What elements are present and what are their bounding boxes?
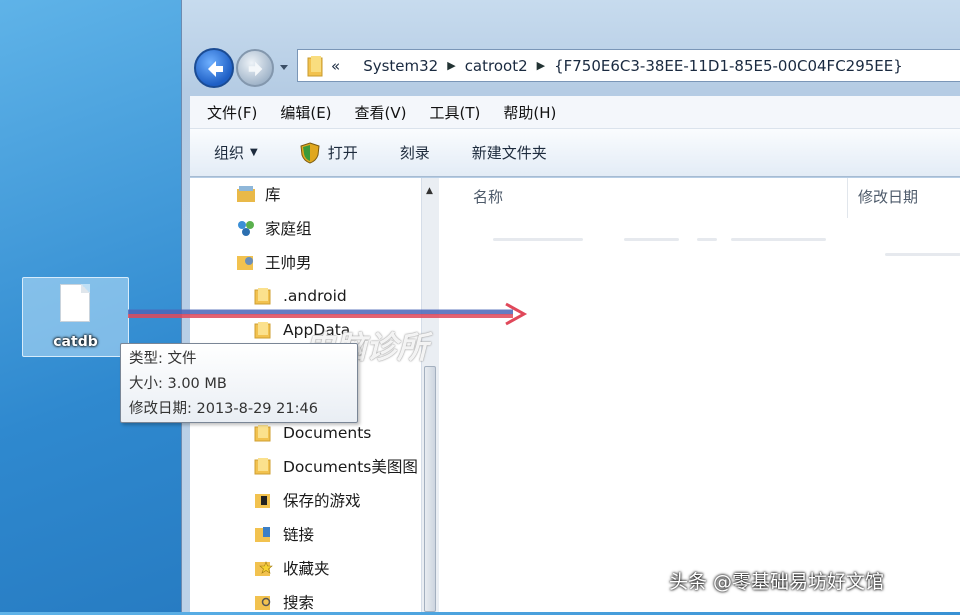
open-label: 打开 bbox=[327, 144, 358, 162]
scrollbar-thumb[interactable] bbox=[424, 366, 436, 612]
saved-games-icon bbox=[255, 494, 270, 508]
links-icon bbox=[255, 527, 270, 542]
nav-item-searches[interactable]: 搜索 bbox=[254, 589, 314, 615]
nav-item-label: 库 bbox=[265, 186, 281, 204]
burn-button[interactable]: 刻录 bbox=[400, 142, 430, 163]
desktop-file-catdb[interactable]: catdb bbox=[22, 277, 129, 357]
menu-view[interactable]: 查看(V) bbox=[355, 102, 407, 123]
arrow-right-icon bbox=[248, 61, 263, 77]
breadcrumb-separator-icon[interactable]: ▶ bbox=[537, 59, 545, 72]
new-folder-button[interactable]: 新建文件夹 bbox=[472, 142, 547, 163]
nav-item-label: Documents bbox=[283, 424, 372, 442]
desktop-file-label: catdb bbox=[53, 334, 98, 350]
nav-item-label: 收藏夹 bbox=[283, 560, 330, 578]
nav-item-favorites[interactable]: 收藏夹 bbox=[254, 555, 330, 581]
nav-item-label: 搜索 bbox=[283, 594, 315, 612]
chevron-down-icon: ▼ bbox=[250, 147, 258, 158]
menu-bar: 文件(F) 编辑(E) 查看(V) 工具(T) 帮助(H) bbox=[190, 96, 960, 129]
file-list-pane[interactable]: 名称 修改日期 bbox=[439, 178, 960, 612]
menu-file[interactable]: 文件(F) bbox=[207, 102, 257, 123]
scroll-up-arrow-icon[interactable]: ▲ bbox=[426, 186, 433, 196]
blurred-row bbox=[885, 253, 960, 256]
user-folder-icon bbox=[237, 256, 253, 270]
shield-icon bbox=[300, 141, 320, 164]
open-button[interactable]: 打开 bbox=[300, 141, 358, 164]
blurred-row bbox=[624, 238, 679, 241]
organize-button[interactable]: 组织 ▼ bbox=[214, 142, 258, 163]
menu-help[interactable]: 帮助(H) bbox=[503, 102, 556, 123]
nav-item-label: 保存的游戏 bbox=[283, 492, 361, 510]
homegroup-icon bbox=[238, 221, 254, 236]
column-header-name[interactable]: 名称 bbox=[473, 186, 503, 207]
nav-item-libraries[interactable]: 库 bbox=[236, 181, 281, 207]
folder-icon bbox=[254, 458, 271, 475]
arrow-left-icon bbox=[208, 61, 223, 77]
nav-item-label: 家庭组 bbox=[265, 220, 312, 238]
column-header-date-modified[interactable]: 修改日期 bbox=[858, 186, 918, 207]
nav-pane-scrollbar[interactable]: ▲ bbox=[421, 178, 439, 612]
library-icon bbox=[237, 186, 255, 202]
organize-label: 组织 bbox=[214, 144, 245, 162]
breadcrumb-system32[interactable]: System32 bbox=[363, 57, 438, 75]
source-credit: 头条 @零基础易坊好文馆 bbox=[669, 571, 885, 593]
nav-item-label: 王帅男 bbox=[265, 254, 312, 272]
forward-button[interactable] bbox=[236, 49, 274, 87]
blurred-row bbox=[731, 238, 826, 241]
nav-item-homegroup[interactable]: 家庭组 bbox=[236, 215, 312, 241]
nav-item-documents[interactable]: Documents bbox=[254, 420, 371, 446]
search-folder-icon bbox=[255, 596, 271, 610]
folder-icon bbox=[307, 55, 323, 76]
breadcrumb-catroot2[interactable]: catroot2 bbox=[465, 57, 528, 75]
nav-item-saved-games[interactable]: 保存的游戏 bbox=[254, 487, 361, 513]
folder-icon bbox=[254, 425, 271, 442]
nav-item-documents-meitu[interactable]: Documents美图图 bbox=[254, 453, 424, 479]
tooltip-date: 修改日期: 2013-8-29 21:46 bbox=[129, 401, 318, 417]
recent-pages-dropdown[interactable] bbox=[280, 63, 288, 71]
nav-item-links[interactable]: 链接 bbox=[254, 521, 314, 547]
menu-edit[interactable]: 编辑(E) bbox=[280, 102, 331, 123]
tooltip-type: 类型: 文件 bbox=[129, 351, 197, 367]
back-button[interactable] bbox=[194, 48, 234, 88]
command-bar: 组织 ▼ 打开 刻录 新建文件夹 bbox=[190, 129, 960, 177]
address-overflow-chevron[interactable]: « bbox=[331, 57, 340, 75]
menu-tools[interactable]: 工具(T) bbox=[430, 102, 481, 123]
tooltip-size: 大小: 3.00 MB bbox=[129, 376, 227, 392]
favorites-star-icon bbox=[255, 561, 273, 576]
blurred-row bbox=[697, 238, 717, 241]
blurred-row bbox=[493, 238, 583, 241]
file-info-tooltip: 类型: 文件 大小: 3.00 MB 修改日期: 2013-8-29 21:46 bbox=[120, 343, 358, 423]
nav-item-label: 链接 bbox=[283, 526, 315, 544]
file-icon bbox=[60, 284, 90, 322]
column-divider[interactable] bbox=[847, 178, 848, 218]
address-bar[interactable]: « System32 ▶ catroot2 ▶ {F750E6C3-38EE-1… bbox=[297, 49, 960, 82]
nav-item-user[interactable]: 王帅男 bbox=[236, 249, 312, 275]
nav-item-label: Documents美图图 bbox=[283, 458, 418, 476]
breadcrumb-separator-icon[interactable]: ▶ bbox=[447, 59, 455, 72]
breadcrumb-guid-folder[interactable]: {F750E6C3-38EE-11D1-85E5-00C04FC295EE} bbox=[554, 57, 903, 75]
